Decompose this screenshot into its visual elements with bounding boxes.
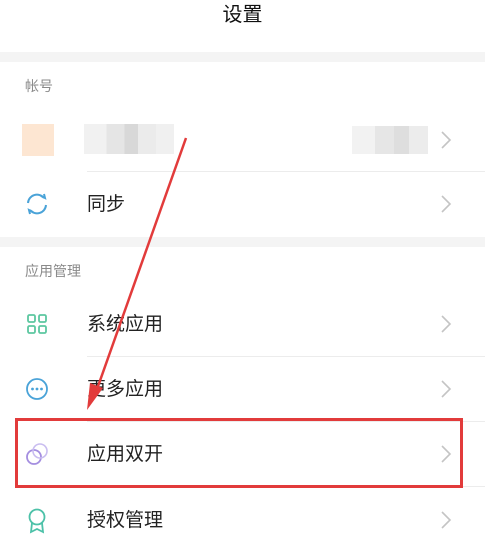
permissions-label: 授权管理 [87,509,164,531]
permissions-row[interactable]: 授权管理 [0,488,485,552]
chevron-right-icon [441,315,452,333]
account-name-blurred [84,124,174,154]
section-label-account: 帐号 [25,79,53,95]
section-label-app-management: 应用管理 [25,264,81,280]
sync-label: 同步 [87,193,126,215]
system-apps-row[interactable]: 系统应用 [0,292,485,356]
chevron-right-icon [441,511,452,529]
system-apps-label: 系统应用 [87,313,164,335]
more-apps-row[interactable]: 更多应用 [0,357,485,421]
sync-row[interactable]: 同步 [0,172,485,236]
more-apps-label: 更多应用 [87,378,164,400]
chevron-right-icon [441,380,452,398]
account-id-blurred [352,126,428,154]
chevron-right-icon [441,131,452,149]
account-row[interactable] [0,108,485,172]
highlight-box [15,418,463,488]
chevron-right-icon [441,195,452,213]
more-dots-icon [26,378,48,400]
badge-icon [28,508,46,534]
sync-icon [27,193,47,215]
avatar [22,124,54,156]
section-gap [0,237,485,247]
section-gap [0,52,485,62]
grid-icon [27,314,47,334]
page-title: 设置 [222,2,263,26]
